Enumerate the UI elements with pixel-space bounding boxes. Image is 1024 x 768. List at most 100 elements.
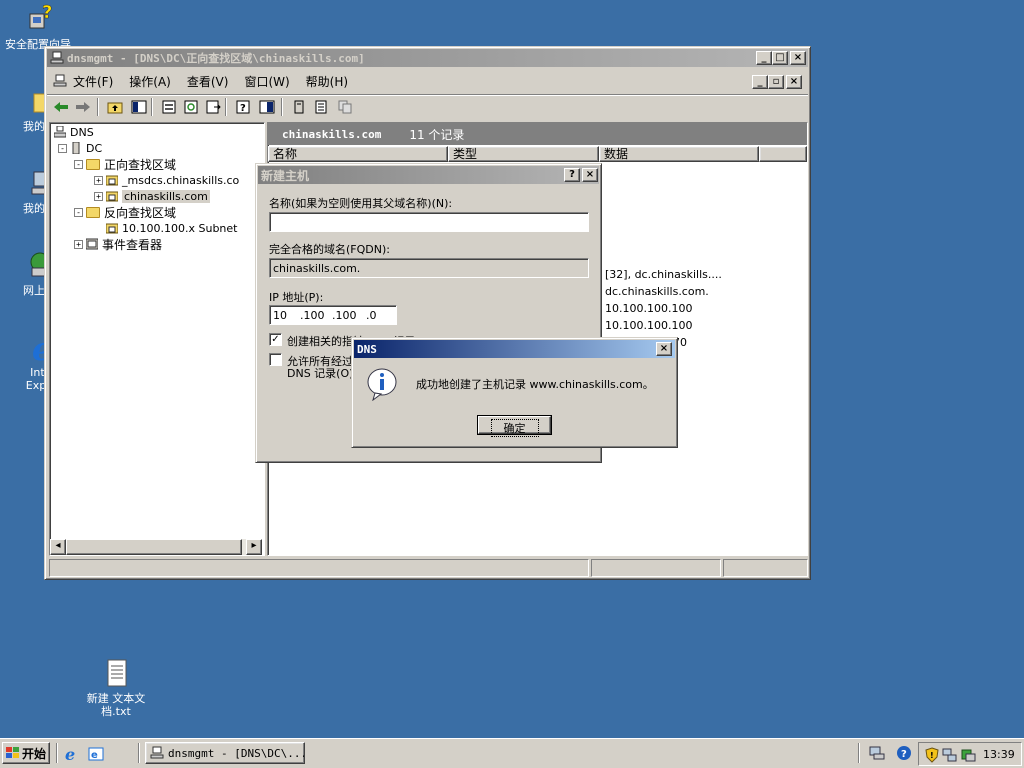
console-tree-icon[interactable] (257, 98, 277, 116)
server-icon (72, 142, 80, 154)
child-restore-button[interactable]: ▫ (768, 75, 784, 89)
dialog-close-button[interactable]: × (582, 168, 598, 182)
desktop-icon-text-file[interactable]: 新建 文本文 档.txt (76, 658, 156, 718)
child-close-button[interactable]: × (786, 75, 802, 89)
tree-node-chinaskills-zone[interactable]: + chinaskills.com (94, 188, 210, 204)
tree-node-msdcs-zone[interactable]: + _msdcs.chinaskills.co (94, 172, 239, 188)
menu-view[interactable]: 查看(V) (179, 73, 237, 90)
refresh-icon[interactable] (181, 98, 201, 116)
taskbar-task-dnsmgmt[interactable]: dnsmgmt - [DNS\DC\... (145, 742, 305, 764)
expand-icon[interactable]: + (94, 175, 103, 185)
expand-icon[interactable]: + (94, 191, 103, 201)
column-empty-header[interactable] (759, 146, 807, 162)
window-titlebar[interactable]: dnsmgmt - [DNS\DC\正向查找区域\chinaskills.com… (47, 49, 808, 67)
toolbar-divider (47, 94, 808, 96)
column-type-header[interactable]: 类型 (448, 146, 599, 162)
tree-node-event-viewer[interactable]: + 事件查看器 (74, 236, 162, 252)
properties-icon[interactable] (159, 98, 179, 116)
up-folder-icon[interactable] (105, 98, 125, 116)
collapse-icon[interactable]: - (74, 207, 83, 217)
scroll-left-icon[interactable]: ◂ (50, 539, 66, 555)
clock[interactable]: 13:39 (983, 748, 1015, 761)
show-hide-tree-icon[interactable] (129, 98, 149, 116)
menu-action[interactable]: 操作(A) (121, 73, 179, 90)
status-pane-2 (591, 559, 721, 577)
tree-node-reverse-zone[interactable]: 10.100.100.x Subnet (106, 220, 237, 236)
svg-text:e: e (65, 746, 75, 762)
allow-update-label-line2: DNS 记录(O) (287, 367, 354, 380)
toolbar-separator (281, 98, 283, 116)
copy-icon[interactable] (335, 98, 355, 116)
tree-label: 反向查找区域 (104, 205, 177, 220)
dialog-help-button[interactable]: ? (564, 168, 580, 182)
scroll-right-icon[interactable]: ▸ (246, 539, 262, 555)
quick-launch-show-desktop-icon[interactable]: e (88, 746, 104, 762)
services-tray-icon[interactable] (960, 747, 976, 763)
folder-icon (86, 158, 100, 170)
collapse-icon[interactable]: - (74, 159, 83, 169)
ip-octet: .0 (366, 309, 377, 322)
tree-horizontal-scrollbar[interactable]: ◂ ▸ (50, 539, 262, 555)
tree-node-dc[interactable]: - DC (58, 140, 102, 156)
fqdn-label: 完全合格的域名(FQDN): (269, 243, 390, 256)
security-shield-tray-icon[interactable]: ! (924, 747, 940, 763)
security-wizard-icon: ? (29, 4, 53, 29)
tree-node-dns[interactable]: DNS (54, 124, 94, 140)
help-tray-icon[interactable]: ? (896, 745, 912, 761)
message-box-titlebar[interactable]: DNS (354, 340, 675, 358)
list-zone-name: chinaskills.com (282, 127, 382, 141)
minimize-button[interactable]: _ (756, 51, 772, 65)
event-viewer-icon (86, 238, 98, 250)
my-documents-icon (33, 93, 46, 113)
network-connections-tray-icon[interactable] (942, 747, 958, 763)
child-minimize-button[interactable]: _ (752, 75, 768, 89)
taskbar: 开始 e e dnsmgmt - [DNS\DC\... ? ! 13:39 (0, 738, 1024, 768)
list-data-cell: 10.100.100.100 (605, 302, 693, 315)
list-record-count: 11 个记录 (409, 127, 465, 142)
tree-label: 正向查找区域 (104, 157, 177, 172)
toolbar-separator (151, 98, 153, 116)
start-label: 开始 (21, 746, 46, 761)
export-list-icon[interactable] (203, 98, 223, 116)
collapse-icon[interactable]: - (58, 143, 67, 153)
ip-octet: 10 (273, 309, 287, 322)
tree-label: 10.100.100.x Subnet (122, 221, 238, 235)
menu-help[interactable]: 帮助(H) (298, 73, 356, 90)
quick-launch-ie-icon[interactable]: e (64, 746, 80, 762)
menu-file[interactable]: 文件(F) (65, 73, 121, 90)
allow-update-checkbox[interactable] (269, 353, 282, 366)
server-icon[interactable] (289, 98, 309, 116)
dns-app-icon (150, 746, 164, 759)
svg-text:?: ? (240, 103, 246, 114)
message-box-close-button[interactable]: × (656, 342, 672, 356)
close-button[interactable]: × (790, 51, 806, 65)
ip-octet: .100 (300, 309, 325, 322)
svg-text:?: ? (901, 749, 907, 760)
toolbar-separator (225, 98, 227, 116)
dns-app-icon (50, 51, 64, 64)
back-arrow-icon[interactable] (51, 98, 71, 116)
desktop-icon-security-wizard[interactable]: ? 安全配置向导 (0, 4, 78, 51)
dialog-titlebar[interactable]: 新建主机 (258, 166, 599, 184)
help-icon[interactable]: ? (233, 98, 253, 116)
column-name-header[interactable]: 名称 (268, 146, 448, 162)
menu-window[interactable]: 窗口(W) (236, 73, 297, 90)
network-tray-icon[interactable] (868, 745, 886, 761)
new-record-icon[interactable] (311, 98, 331, 116)
svg-text:!: ! (930, 751, 934, 760)
ok-button[interactable]: 确定 (477, 415, 552, 437)
forward-arrow-icon[interactable] (73, 98, 93, 116)
column-data-header[interactable]: 数据 (599, 146, 759, 162)
scroll-thumb[interactable] (66, 539, 242, 555)
expand-icon[interactable]: + (74, 239, 83, 249)
tree-node-forward-zones[interactable]: - 正向查找区域 (74, 156, 176, 172)
name-input[interactable] (269, 212, 589, 232)
start-button[interactable]: 开始 (2, 742, 50, 764)
ip-address-input[interactable]: 10 .100 .100 .0 (269, 305, 397, 325)
information-icon (367, 368, 397, 401)
dns-message-box: DNS × 成功地创建了主机记录 www.chinaskills.com。 确定 (351, 337, 678, 448)
system-tray: ! 13:39 (918, 742, 1022, 766)
tree-node-reverse-zones[interactable]: - 反向查找区域 (74, 204, 176, 220)
create-ptr-checkbox[interactable]: ✓ (269, 333, 282, 346)
maximize-button[interactable]: □ (772, 51, 788, 65)
